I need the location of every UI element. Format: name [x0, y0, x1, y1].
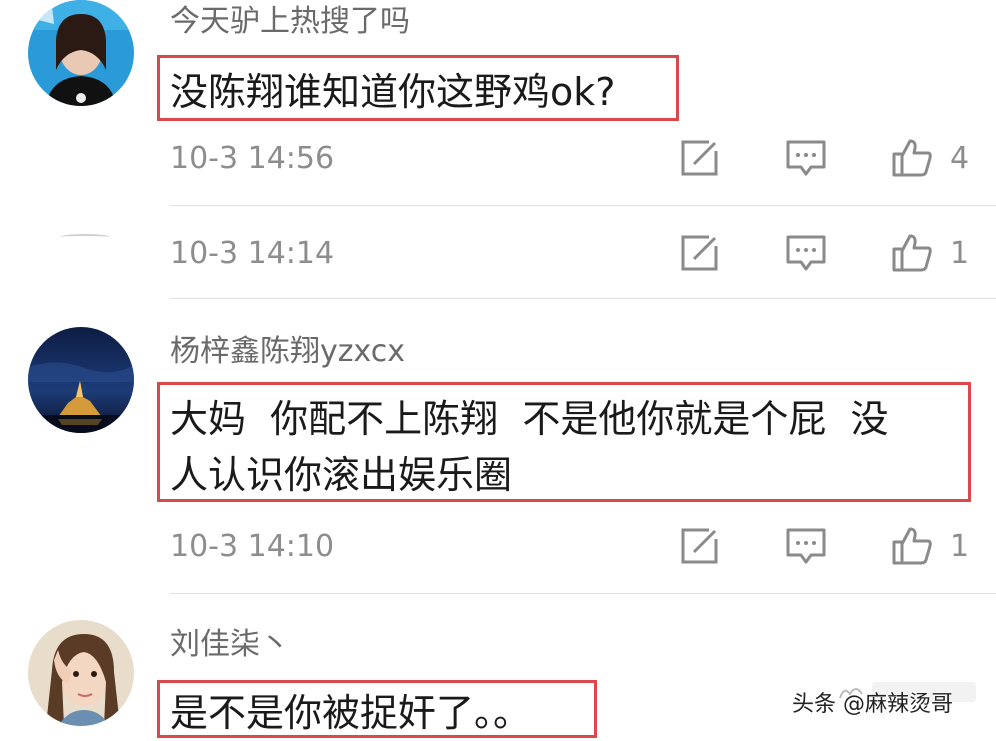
divider [170, 593, 996, 594]
edit-icon[interactable] [679, 525, 721, 567]
avatar[interactable] [28, 327, 134, 433]
comment-text-line: 人认识你滚出娱乐圈 [170, 453, 513, 497]
edit-icon[interactable] [679, 137, 721, 179]
comment-content-highlighted: 是不是你被捉奸了。。 [157, 680, 597, 738]
comment-content-highlighted: 没陈翔谁知道你这野鸡ok? [157, 55, 679, 121]
edit-icon[interactable] [679, 232, 721, 274]
like-count: 1 [950, 236, 970, 271]
comment-meta-row: 10-3 14:10 1 [0, 523, 996, 573]
reply-icon[interactable] [785, 232, 827, 274]
avatar[interactable] [28, 620, 134, 726]
comment-text-line: 是不是你被捉奸了。。 [170, 691, 532, 735]
avatar[interactable] [28, 0, 134, 106]
timestamp: 10-3 14:56 [170, 141, 335, 176]
timestamp: 10-3 14:10 [170, 529, 335, 564]
comment-text-line: 没陈翔谁知道你这野鸡ok? [170, 70, 616, 114]
like-count: 1 [950, 529, 970, 564]
reply-icon[interactable] [785, 137, 827, 179]
comment-text-line: 大妈 你配不上陈翔 不是他你就是个屁 没 [170, 397, 889, 441]
username[interactable]: 刘佳柒丶 [170, 625, 290, 665]
timestamp: 10-3 14:14 [170, 236, 335, 271]
thumbs-up-icon[interactable] [891, 525, 933, 567]
thumbs-up-icon[interactable] [891, 137, 933, 179]
username[interactable]: 杨梓鑫陈翔yzxcx [170, 332, 405, 372]
divider [170, 205, 996, 206]
comment-content-highlighted: 大妈 你配不上陈翔 不是他你就是个屁 没 人认识你滚出娱乐圈 [157, 382, 971, 502]
divider [170, 298, 996, 299]
reply-icon[interactable] [785, 525, 827, 567]
thumbs-up-icon[interactable] [891, 232, 933, 274]
comment-meta-row: 10-3 14:14 1 [0, 230, 996, 280]
like-count: 4 [950, 141, 970, 176]
watermark-text: 头条 @麻辣烫哥 [792, 692, 953, 717]
username[interactable]: 今天驴上热搜了吗 [170, 2, 410, 42]
comment-meta-row: 10-3 14:56 4 [0, 135, 996, 185]
